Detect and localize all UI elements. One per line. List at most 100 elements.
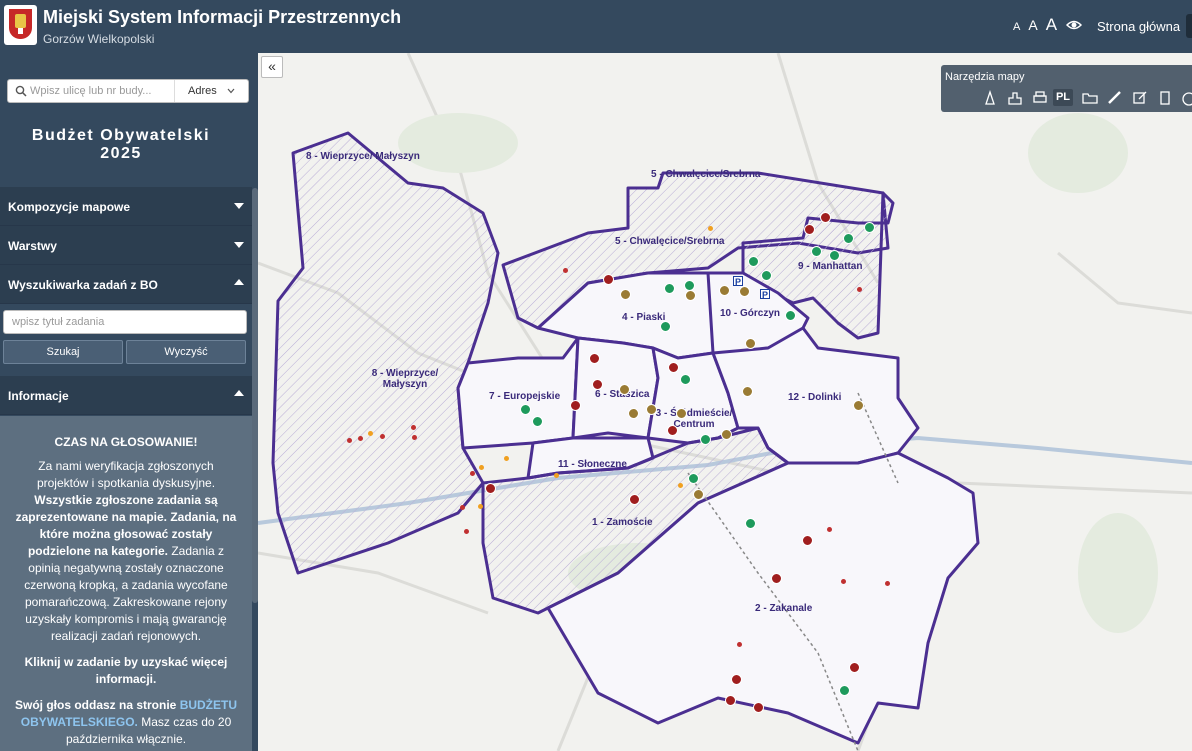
task-marker[interactable] [785,310,796,321]
withdrawn-task-dot[interactable] [504,456,509,461]
street-search-input[interactable] [30,82,174,100]
font-size-small-button[interactable]: A [1013,21,1020,33]
negative-task-dot[interactable] [857,287,862,292]
task-marker[interactable] [748,256,759,267]
task-marker[interactable] [629,494,640,505]
task-marker[interactable] [829,250,840,261]
task-marker[interactable] [739,286,750,297]
eye-icon[interactable] [1066,17,1082,33]
search-button[interactable]: Szukaj [3,340,123,364]
task-marker[interactable] [820,212,831,223]
edit-icon[interactable] [1131,90,1149,106]
search-mode-select[interactable]: Adres [174,80,249,102]
task-marker[interactable] [570,400,581,411]
home-link[interactable]: Strona główna [1097,19,1180,34]
negative-task-dot[interactable] [841,579,846,584]
district-label-1: 1 - Zamoście [592,517,653,528]
task-marker[interactable] [742,386,753,397]
folder-icon[interactable] [1081,90,1099,106]
section-layers[interactable]: Warstwy [0,226,252,265]
negative-task-dot[interactable] [563,268,568,273]
task-marker[interactable] [771,573,782,584]
task-marker[interactable] [680,374,691,385]
task-marker[interactable] [745,338,756,349]
task-marker[interactable] [745,518,756,529]
task-marker[interactable] [721,429,732,440]
withdrawn-task-dot[interactable] [479,465,484,470]
task-marker[interactable] [667,425,678,436]
chevron-down-icon [227,88,235,94]
task-marker[interactable] [664,283,675,294]
task-marker[interactable] [589,353,600,364]
withdrawn-task-dot[interactable] [368,431,373,436]
negative-task-dot[interactable] [464,529,469,534]
negative-task-dot[interactable] [470,471,475,476]
task-marker[interactable] [485,483,496,494]
task-marker[interactable] [660,321,671,332]
task-marker[interactable] [719,285,730,296]
section-information[interactable]: Informacje [0,376,252,415]
clear-button[interactable]: Wyczyść [126,340,246,364]
task-marker[interactable] [839,685,850,696]
negative-task-dot[interactable] [412,435,417,440]
task-marker[interactable] [700,434,711,445]
negative-task-dot[interactable] [347,438,352,443]
task-marker[interactable] [688,473,699,484]
task-marker[interactable] [668,362,679,373]
withdrawn-task-dot[interactable] [678,483,683,488]
withdrawn-task-dot[interactable] [554,473,559,478]
negative-task-dot[interactable] [827,527,832,532]
withdrawn-task-dot[interactable] [478,504,483,509]
task-marker[interactable] [761,270,772,281]
task-marker[interactable] [628,408,639,419]
task-marker[interactable] [693,489,704,500]
city-coat-of-arms-logo[interactable] [4,5,37,45]
withdrawn-task-dot[interactable] [708,226,713,231]
task-marker[interactable] [725,695,736,706]
task-marker[interactable] [849,662,860,673]
task-marker[interactable] [620,289,631,300]
task-marker[interactable] [619,384,630,395]
task-marker[interactable] [802,535,813,546]
task-marker[interactable] [731,674,742,685]
task-marker[interactable] [592,379,603,390]
negative-task-dot[interactable] [380,434,385,439]
section-map-compositions[interactable]: Kompozycje mapowe [0,187,252,226]
document-icon[interactable] [1156,90,1174,106]
gauge-icon[interactable] [1180,90,1192,106]
task-marker[interactable] [532,416,543,427]
cone-icon[interactable] [981,90,999,106]
negative-task-dot[interactable] [737,642,742,647]
district-label-8-top: 8 - Wieprzyce/ Małyszyn [306,151,420,162]
header-menu-button[interactable] [1186,14,1192,38]
task-marker[interactable] [753,702,764,713]
task-marker[interactable] [520,404,531,415]
task-marker[interactable] [676,408,687,419]
district-label-5: 5 - Chwalęcice/Srebrna [615,236,725,247]
task-marker[interactable] [603,274,614,285]
task-marker[interactable] [685,290,696,301]
building-icon[interactable] [1006,90,1024,106]
task-marker[interactable] [843,233,854,244]
section-task-search[interactable]: Wyszukiwarka zadań z BO [0,265,252,304]
task-title-input[interactable] [3,310,247,334]
map-canvas[interactable]: 8 - Wieprzyce/ Małyszyn 5 - Chwalęcice/S… [258,53,1192,751]
caret-down-icon [234,203,244,209]
negative-task-dot[interactable] [358,436,363,441]
font-size-large-button[interactable]: A [1046,15,1057,35]
task-marker[interactable] [853,400,864,411]
collapse-sidebar-button[interactable]: « [261,56,283,78]
ruler-icon[interactable] [1106,90,1124,106]
negative-task-dot[interactable] [411,425,416,430]
negative-task-dot[interactable] [460,505,465,510]
font-size-medium-button[interactable]: A [1028,17,1037,33]
negative-task-dot[interactable] [885,581,890,586]
print-icon[interactable] [1031,90,1049,106]
info-paragraph: Za nami weryfikacja zgłoszonych projektó… [14,458,238,645]
font-size-controls: A A A [1013,15,1057,35]
language-button[interactable]: PL [1053,89,1073,106]
task-marker[interactable] [804,224,815,235]
task-marker[interactable] [864,222,875,233]
task-marker[interactable] [811,246,822,257]
task-marker[interactable] [646,404,657,415]
